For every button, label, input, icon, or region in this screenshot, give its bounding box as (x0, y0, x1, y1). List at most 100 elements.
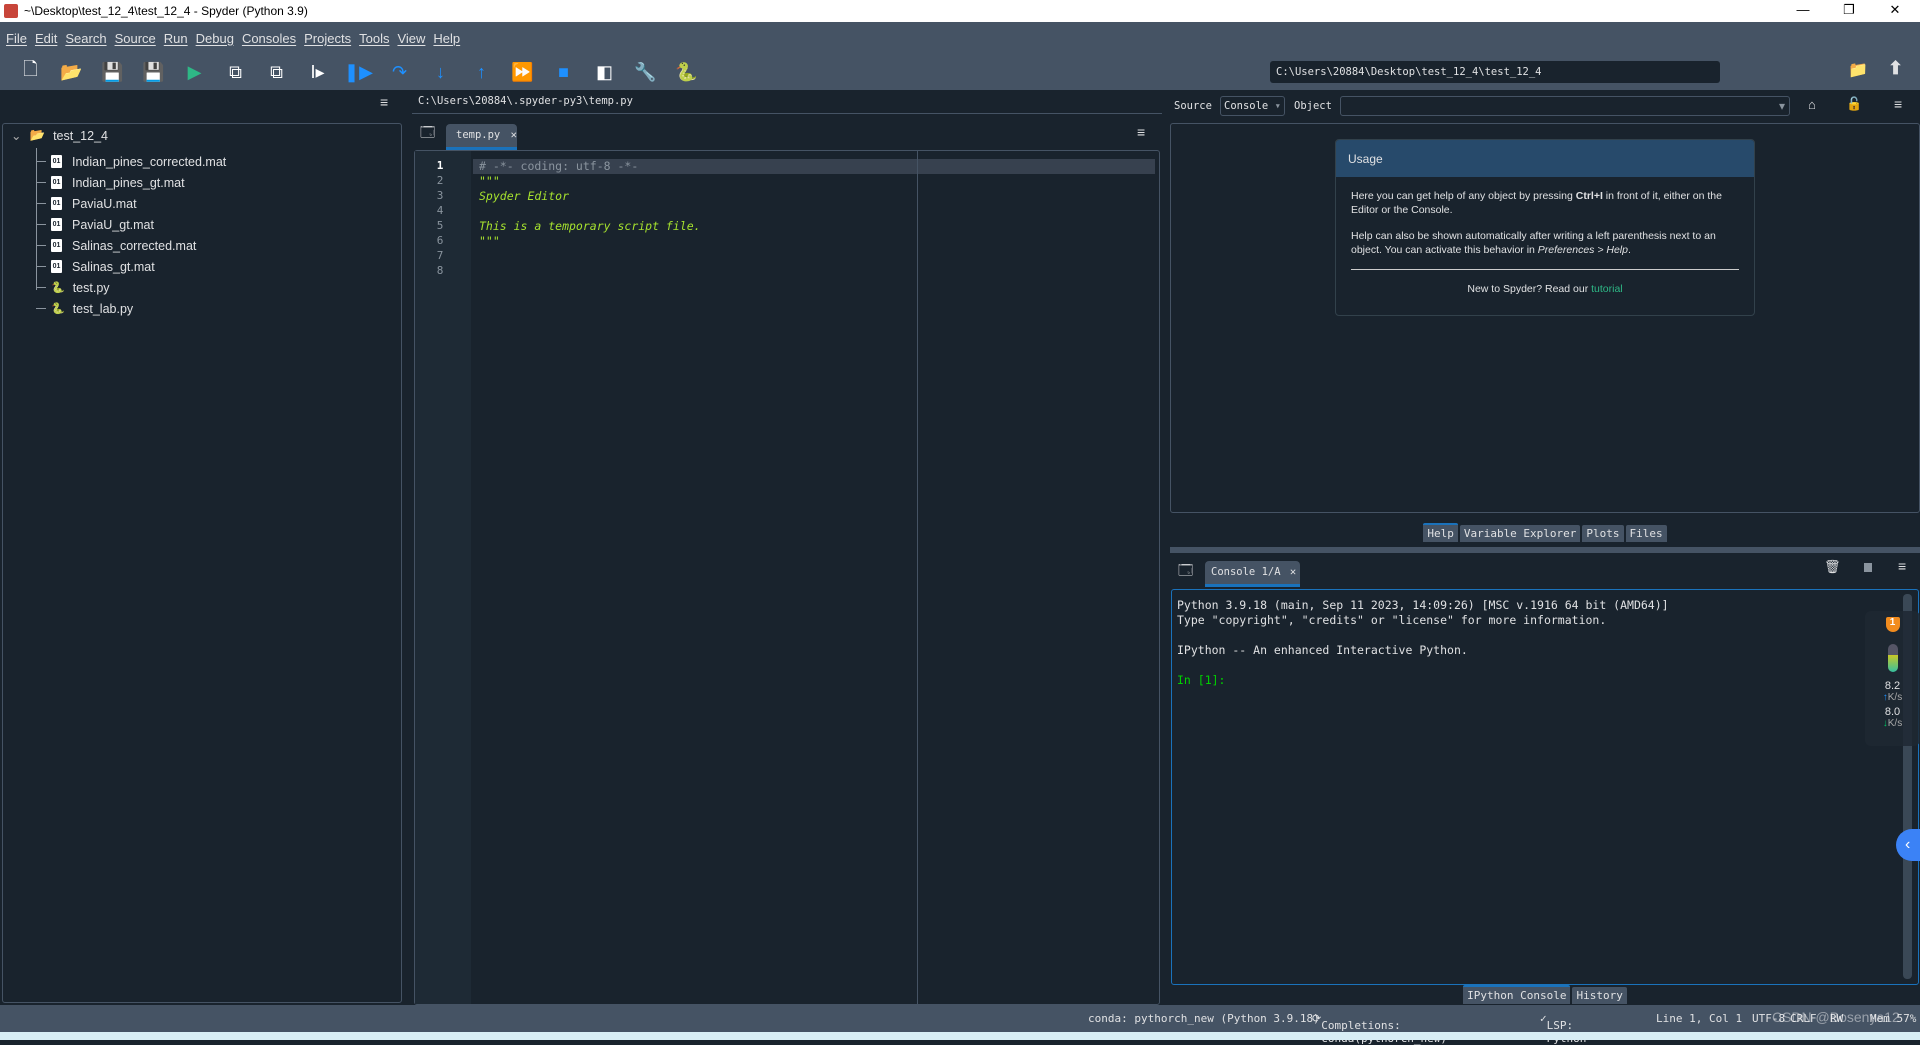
usage-paragraph-1: Here you can get help of any object by p… (1351, 190, 1722, 216)
run-selection-icon[interactable]: I▸ (297, 57, 338, 87)
wrench-icon[interactable]: 🔧 (625, 57, 666, 87)
console-output[interactable]: Python 3.9.18 (main, Sep 11 2023, 14:09:… (1171, 589, 1919, 985)
save-icon[interactable]: 💾 (92, 57, 133, 87)
parent-directory-icon[interactable]: ⬆ (1888, 58, 1903, 79)
tab-console-1a[interactable]: Console 1/A ✕ (1205, 561, 1300, 587)
console-tabbar: IPython Console History (1170, 985, 1920, 1004)
menu-tools[interactable]: Tools (359, 31, 389, 46)
maximize-pane-icon[interactable]: ◧ (584, 57, 625, 87)
tab-ipython-console[interactable]: IPython Console (1463, 985, 1571, 1004)
file-item[interactable]: 01 Indian_pines_corrected.mat (36, 151, 226, 172)
tree-branch (36, 308, 46, 309)
debug-icon[interactable]: ❚▶ (338, 57, 379, 87)
tutorial-link[interactable]: tutorial (1591, 283, 1623, 295)
file-item[interactable]: 01 Indian_pines_gt.mat (36, 172, 185, 193)
binary-file-icon: 01 (51, 260, 62, 273)
menu-search[interactable]: Search (65, 31, 106, 46)
save-all-icon[interactable]: 💾 (133, 57, 174, 87)
console-line: IPython -- An enhanced Interactive Pytho… (1177, 643, 1468, 657)
lsp-status[interactable]: ✓ LSP: Python (1540, 1012, 1586, 1045)
binary-file-icon: 01 (51, 197, 62, 210)
tab-label: Console 1/A (1211, 566, 1281, 578)
tree-branch (36, 287, 46, 288)
tab-help[interactable]: Help (1423, 523, 1458, 542)
conda-env-status[interactable]: conda: pythorch_new (Python 3.9.18) (1088, 1012, 1320, 1025)
browse-tabs-icon[interactable]: 🗔 (420, 122, 435, 146)
file-item[interactable]: 01 PaviaU.mat (36, 193, 137, 214)
tab-plots[interactable]: Plots (1582, 525, 1624, 542)
stop-kernel-icon[interactable] (1864, 563, 1872, 572)
file-name: Salinas_corrected.mat (72, 238, 197, 253)
file-item[interactable]: 01 Salinas_gt.mat (36, 256, 155, 277)
close-button[interactable]: ✕ (1872, 0, 1918, 22)
code-line: Spyder Editor (479, 189, 570, 203)
editor-options-icon[interactable]: ≡ (1137, 124, 1145, 140)
help-options-icon[interactable]: ≡ (1894, 96, 1902, 112)
code-line: This is a temporary script file. (479, 219, 701, 233)
tab-variable-explorer[interactable]: Variable Explorer (1459, 525, 1581, 542)
menu-source[interactable]: Source (115, 31, 156, 46)
console-pane: 🗔 Console 1/A ✕ 🗑 ≡ Python 3.9.18 (main,… (1170, 553, 1920, 1005)
editor-pane: C:\Users\20884\.spyder-py3\temp.py 🗔 tem… (412, 90, 1162, 1005)
pane-menu-icon[interactable]: ≡ (380, 94, 388, 110)
run-icon[interactable]: ▶ (174, 57, 215, 87)
file-item[interactable]: 01 Salinas_corrected.mat (36, 235, 197, 256)
working-directory-combo[interactable]: C:\Users\20884\Desktop\test_12_4\test_12… (1270, 61, 1720, 83)
tab-history[interactable]: History (1572, 987, 1627, 1004)
home-icon[interactable]: ⌂ (1808, 97, 1816, 112)
tree-branch (36, 224, 46, 225)
new-file-icon[interactable]: 🗋 (10, 57, 51, 87)
lock-icon[interactable]: 🔓 (1846, 96, 1862, 112)
watermark: CSDN @Bosenya12 (1772, 1009, 1900, 1025)
menu-edit[interactable]: Edit (35, 31, 57, 46)
step-return-icon[interactable]: ↑ (461, 57, 502, 87)
close-tab-icon[interactable]: ✕ (511, 129, 517, 141)
file-name: PaviaU.mat (72, 196, 137, 211)
tab-temp-py[interactable]: temp.py ✕ (446, 124, 517, 150)
step-over-icon[interactable]: ↷ (379, 57, 420, 87)
line-number-gutter (415, 151, 471, 1004)
run-cell-icon[interactable]: ⧉ (215, 57, 256, 87)
browse-folder-icon[interactable]: 📁 (1848, 60, 1868, 80)
code-editor[interactable]: 1 # -*- coding: utf-8 -*- 2 """ 3 Spyder Edit… (414, 150, 1160, 1005)
menu-view[interactable]: View (397, 31, 425, 46)
stop-icon[interactable]: ■ (543, 57, 584, 87)
python-icon[interactable]: 🐍 (666, 57, 707, 87)
tab-files[interactable]: Files (1625, 525, 1667, 542)
maximize-button[interactable]: ❐ (1826, 0, 1872, 22)
line-number: 8 (436, 264, 444, 277)
close-tab-icon[interactable]: ✕ (1290, 566, 1296, 578)
run-cell-advance-icon[interactable]: ⧉ (256, 57, 297, 87)
menu-debug[interactable]: Debug (196, 31, 234, 46)
tree-guide (36, 148, 37, 290)
collapse-sidebar-button[interactable]: ‹ (1896, 829, 1920, 861)
menu-run[interactable]: Run (164, 31, 188, 46)
menu-file[interactable]: File (6, 31, 27, 46)
status-bar: conda: pythorch_new (Python 3.9.18) ⟳ Co… (0, 1005, 1920, 1045)
menu-help[interactable]: Help (433, 31, 460, 46)
file-name: PaviaU_gt.mat (72, 217, 154, 232)
continue-icon[interactable]: ⏩ (502, 57, 543, 87)
memory-gauge (1887, 644, 1898, 672)
taskbar-strip (0, 1032, 1920, 1040)
file-item[interactable]: 01 PaviaU_gt.mat (36, 214, 154, 235)
browse-tabs-icon[interactable]: 🗔 (1178, 560, 1193, 584)
tree-branch (36, 161, 46, 162)
minimize-button[interactable]: — (1780, 0, 1826, 22)
trash-icon[interactable]: 🗑 (1824, 559, 1841, 575)
completions-status[interactable]: ⟳ Completions: conda(pythorch_new) (1312, 1012, 1447, 1045)
open-file-icon[interactable]: 📂 (51, 57, 92, 87)
file-item[interactable]: 🐍 test_lab.py (36, 298, 134, 319)
object-combo[interactable]: ▾ (1340, 96, 1790, 116)
source-combo[interactable]: Console ▾ (1220, 96, 1285, 116)
menu-consoles[interactable]: Consoles (242, 31, 296, 46)
file-item[interactable]: 🐍 test.py (36, 277, 110, 298)
cursor-position: Line 1, Col 1 (1656, 1012, 1743, 1025)
step-into-icon[interactable]: ↓ (420, 57, 461, 87)
menu-projects[interactable]: Projects (304, 31, 351, 46)
tree-root[interactable]: ⌄ 📂 test_12_4 (11, 128, 108, 143)
console-options-icon[interactable]: ≡ (1898, 558, 1906, 574)
shield-badge-icon: 1 (1885, 617, 1900, 632)
file-name: test_lab.py (72, 301, 134, 316)
